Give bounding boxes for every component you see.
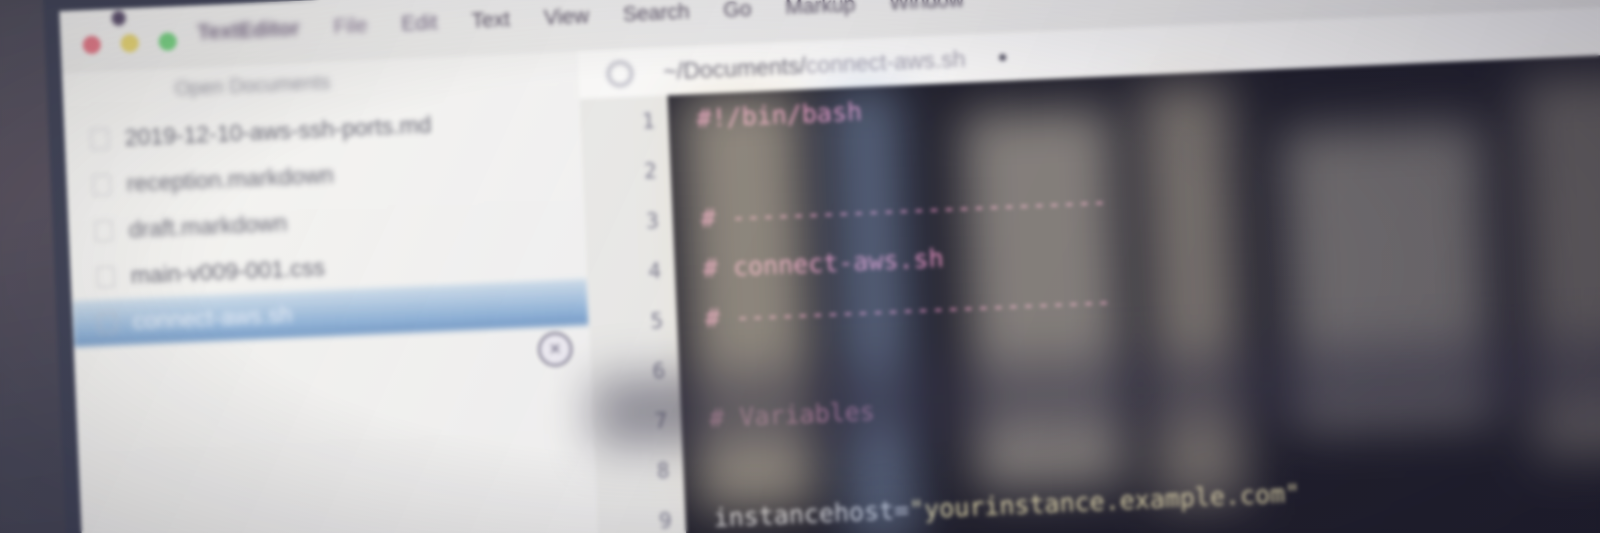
- sidebar-file-name: 2019-12-10-aws-ssh-ports.md: [124, 110, 432, 151]
- sidebar-header: Open Documents: [174, 71, 331, 101]
- code-area: 1 2 3 4 5 6 7 8 9 10 11 12: [579, 52, 1600, 533]
- menu-item-app-name[interactable]: TextEditor: [180, 16, 317, 46]
- menu-item-file[interactable]: File: [316, 13, 385, 40]
- file-icon: [92, 173, 112, 196]
- file-icon: [94, 219, 114, 242]
- sidebar-file-name: draft.markdown: [128, 209, 288, 242]
- menu-item-text[interactable]: Text: [454, 7, 527, 34]
- unsaved-changes-indicator: [999, 53, 1007, 61]
- file-path-filename: connect-aws.sh: [805, 45, 967, 78]
- line-number: 8: [656, 458, 671, 484]
- line-number: 1: [641, 108, 656, 134]
- file-path-directory: ~/Documents/: [662, 51, 807, 84]
- menu-item-markup[interactable]: Markup: [768, 0, 873, 21]
- file-path: ~/Documents/connect-aws.sh: [663, 45, 966, 85]
- line-number: 7: [654, 408, 668, 434]
- menu-item-search[interactable]: Search: [605, 0, 706, 28]
- zoom-window-button[interactable]: [158, 32, 178, 52]
- photograph: TextEditor File Edit Text View Search Go…: [0, 0, 1600, 533]
- menu-item-window[interactable]: Window: [872, 0, 982, 16]
- apple-menu-icon[interactable]: [111, 10, 126, 27]
- laptop-screen: TextEditor File Edit Text View Search Go…: [40, 0, 1600, 533]
- line-number: 4: [647, 258, 662, 284]
- editor-pane: ~/Documents/connect-aws.sh 1 2 3 4 5 6 7: [577, 4, 1600, 533]
- menu-item-go[interactable]: Go: [706, 0, 769, 24]
- gear-icon[interactable]: [605, 59, 635, 88]
- file-icon: [90, 127, 110, 150]
- sidebar-file-name: connect-aws.sh: [132, 301, 293, 334]
- line-number: 9: [658, 508, 673, 533]
- file-icon: [98, 311, 118, 334]
- close-window-button[interactable]: [82, 35, 102, 55]
- open-documents-list: 2019-12-10-aws-ssh-ports.md reception.ma…: [64, 95, 590, 368]
- menu-item-edit[interactable]: Edit: [384, 10, 455, 37]
- minimize-window-button[interactable]: [120, 33, 140, 53]
- close-document-button[interactable]: ×: [537, 331, 573, 368]
- line-number: 3: [645, 208, 660, 234]
- code-variable: instancehost: [712, 496, 895, 533]
- menu-item-view[interactable]: View: [526, 4, 606, 31]
- sidebar-file-name: reception.markdown: [126, 161, 335, 197]
- code-text[interactable]: #!/bin/bash # ------------------------- # …: [667, 52, 1600, 533]
- line-number: 5: [649, 308, 664, 334]
- text-editor-window: TextEditor File Edit Text View Search Go…: [59, 0, 1600, 533]
- line-number: 2: [643, 158, 658, 184]
- sidebar: Open Documents 2019-12-10-aws-ssh-ports.…: [61, 51, 604, 533]
- window-controls: [82, 32, 178, 55]
- sidebar-file-name: main-v009-001.css: [130, 253, 326, 288]
- file-icon: [96, 265, 116, 288]
- code-string: "yourinstance.example.com": [908, 478, 1301, 525]
- line-number: 6: [652, 358, 666, 384]
- close-icon: ×: [548, 338, 562, 361]
